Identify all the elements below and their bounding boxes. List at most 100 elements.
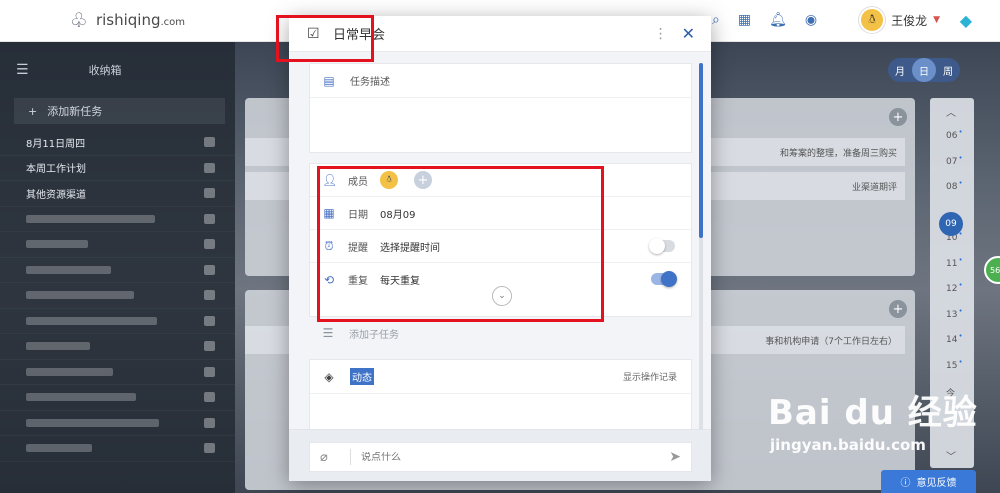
logo[interactable]: ♧ rishiqing.com xyxy=(70,8,185,32)
timeline-hour[interactable]: 15 xyxy=(946,361,962,371)
scrollbar-thumb[interactable] xyxy=(699,63,703,238)
diamond-icon[interactable]: ◆ xyxy=(960,11,972,30)
list-icon: ☰ xyxy=(322,326,334,340)
sidebar: ☰ 收纳箱 + 添加新任务 8月11日周四本周工作计划 其他资源渠道 xyxy=(0,42,235,493)
reminder-toggle[interactable] xyxy=(649,238,675,254)
logo-text: rishiqing xyxy=(95,11,161,29)
sidebar-item[interactable] xyxy=(0,411,235,436)
sidebar-title: 收纳箱 xyxy=(88,64,122,77)
calendar-mini-icon xyxy=(204,417,215,428)
activity-section: ◈ 动态 显示操作记录 xyxy=(309,359,692,430)
sidebar-item-label xyxy=(26,418,159,427)
repeat-toggle[interactable] xyxy=(651,271,677,287)
annotation-box-attributes xyxy=(317,166,604,322)
timeline-hour[interactable]: 13 xyxy=(946,310,962,320)
sidebar-item[interactable] xyxy=(0,385,235,411)
calendar-mini-icon xyxy=(204,239,215,250)
sidebar-item[interactable]: 其他资源渠道 xyxy=(0,181,235,207)
add-icon[interactable]: + xyxy=(889,108,907,126)
document-icon: ▤ xyxy=(323,73,335,88)
sidebar-list: 8月11日周四本周工作计划 其他资源渠道 xyxy=(0,130,235,462)
sidebar-item[interactable]: 本周工作计划 xyxy=(0,156,235,181)
sidebar-item[interactable] xyxy=(0,334,235,360)
show-history-link[interactable]: 显示操作记录 xyxy=(623,370,677,383)
sidebar-item[interactable] xyxy=(0,283,235,309)
comment-bar: ⌀ ➤ xyxy=(289,429,711,481)
sidebar-item-label xyxy=(26,316,157,325)
sidebar-item-label xyxy=(26,265,111,274)
calendar-mini-icon xyxy=(204,341,215,352)
sidebar-item-label xyxy=(26,214,155,223)
sidebar-header: ☰ 收纳箱 xyxy=(0,42,235,98)
calendar-mini-icon xyxy=(204,213,215,224)
sidebar-item[interactable] xyxy=(0,232,235,258)
activity-label: 动态 xyxy=(350,368,374,385)
sidebar-item[interactable] xyxy=(0,360,235,385)
sidebar-item-label xyxy=(26,367,113,376)
activity-header: ◈ 动态 显示操作记录 xyxy=(310,360,691,394)
calendar-mini-icon xyxy=(204,264,215,275)
avatar: 🐧︎ xyxy=(859,7,886,33)
calendar-mini-icon xyxy=(204,392,215,403)
subtask-placeholder: 添加子任务 xyxy=(349,329,399,341)
user-menu[interactable]: 🐧︎ 王俊龙 ▼ xyxy=(859,7,940,33)
sidebar-item-label: 本周工作计划 xyxy=(26,164,86,176)
sidebar-item-label: 其他资源渠道 xyxy=(26,189,86,201)
add-icon[interactable]: + xyxy=(889,300,907,318)
sidebar-item[interactable] xyxy=(0,309,235,334)
activity-feed xyxy=(310,394,691,429)
send-icon[interactable]: ➤ xyxy=(669,449,681,465)
sidebar-item-label xyxy=(26,291,134,300)
chevron-up-icon[interactable]: ︿ xyxy=(946,104,956,119)
description-editor[interactable] xyxy=(310,98,691,152)
sidebar-item[interactable] xyxy=(0,436,235,462)
add-task-button[interactable]: + 添加新任务 xyxy=(14,98,225,124)
calendar-mini-icon xyxy=(204,443,215,454)
sidebar-item[interactable] xyxy=(0,207,235,232)
sidebar-item[interactable] xyxy=(0,258,235,283)
current-hour[interactable]: 09 xyxy=(939,212,963,236)
plus-icon: + xyxy=(28,104,38,118)
description-header: ▤ 任务描述 xyxy=(310,64,691,98)
calendar-mini-icon xyxy=(204,366,215,377)
top-icons: ⌕ ▦ 🔔︎ ◉ xyxy=(712,12,817,28)
search-icon[interactable]: ⌕ xyxy=(712,12,720,28)
task-title[interactable]: 日常早会 xyxy=(333,24,654,43)
calendar-mini-icon xyxy=(204,315,215,326)
balloon-icon: ♧ xyxy=(70,8,88,32)
timeline-hour[interactable]: 07 xyxy=(946,157,962,167)
menu-icon[interactable]: ☰ xyxy=(16,62,29,78)
timeline-hour[interactable]: 11 xyxy=(946,259,962,269)
feedback-button[interactable]: ⓘ 意见反馈 xyxy=(881,470,976,493)
timeline-hour[interactable]: 06 xyxy=(946,131,962,141)
bell-icon[interactable]: 🔔︎ xyxy=(769,12,787,28)
user-circle-icon[interactable]: ◉ xyxy=(805,12,817,28)
close-icon[interactable]: ✕ xyxy=(682,24,695,43)
layers-icon: ◈ xyxy=(324,369,334,384)
comment-box: ⌀ ➤ xyxy=(309,442,692,472)
view-month[interactable]: 月 xyxy=(888,58,912,82)
comment-input[interactable] xyxy=(361,451,670,463)
question-icon: ⓘ xyxy=(900,478,911,489)
more-vert-icon[interactable]: ⋮ xyxy=(654,26,668,42)
annotation-box-title xyxy=(276,15,374,62)
timeline-hour[interactable]: 14 xyxy=(946,335,962,345)
description-label: 任务描述 xyxy=(350,77,390,88)
calendar-mini-icon xyxy=(204,162,215,173)
view-day[interactable]: 日 xyxy=(912,58,936,82)
watermark-url: jingyan.baidu.com xyxy=(770,436,926,454)
grid-icon[interactable]: ▦ xyxy=(738,12,751,28)
sidebar-item-label xyxy=(26,240,88,249)
timeline-hour[interactable]: 12 xyxy=(946,284,962,294)
timeline-hour[interactable]: 08 xyxy=(946,182,962,192)
logo-suffix: .com xyxy=(160,17,186,28)
calendar-mini-icon xyxy=(204,290,215,301)
description-section: ▤ 任务描述 xyxy=(309,63,692,153)
view-week[interactable]: 周 xyxy=(936,58,960,82)
sidebar-item-label xyxy=(26,393,136,402)
sidebar-item-label xyxy=(26,444,92,453)
caret-down-icon: ▼ xyxy=(933,15,940,25)
attachment-icon[interactable]: ⌀ xyxy=(320,450,340,465)
sidebar-item[interactable]: 8月11日周四 xyxy=(0,130,235,156)
user-name: 王俊龙 xyxy=(891,13,928,28)
